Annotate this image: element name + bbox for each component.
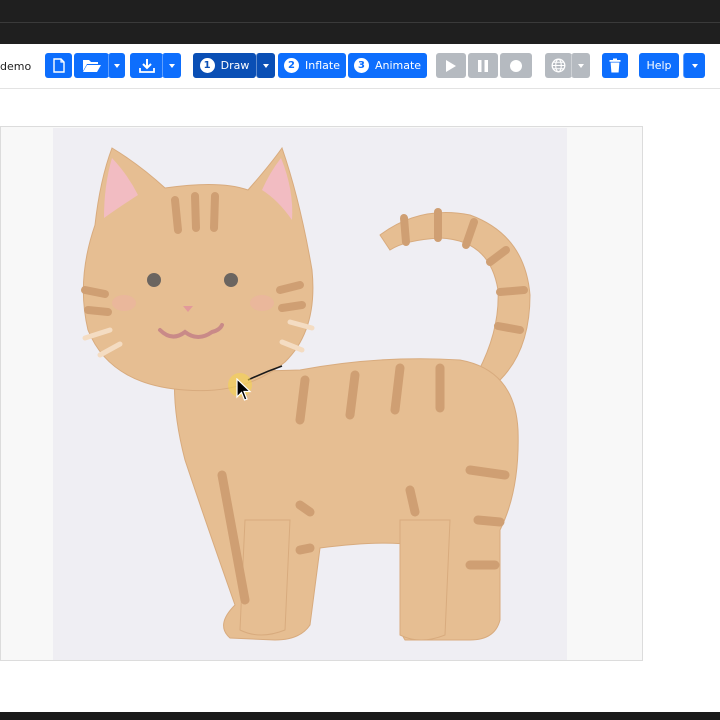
arrow-cursor: [236, 378, 252, 401]
cat-drawing: [81, 146, 531, 641]
bottom-bar: [0, 712, 720, 720]
